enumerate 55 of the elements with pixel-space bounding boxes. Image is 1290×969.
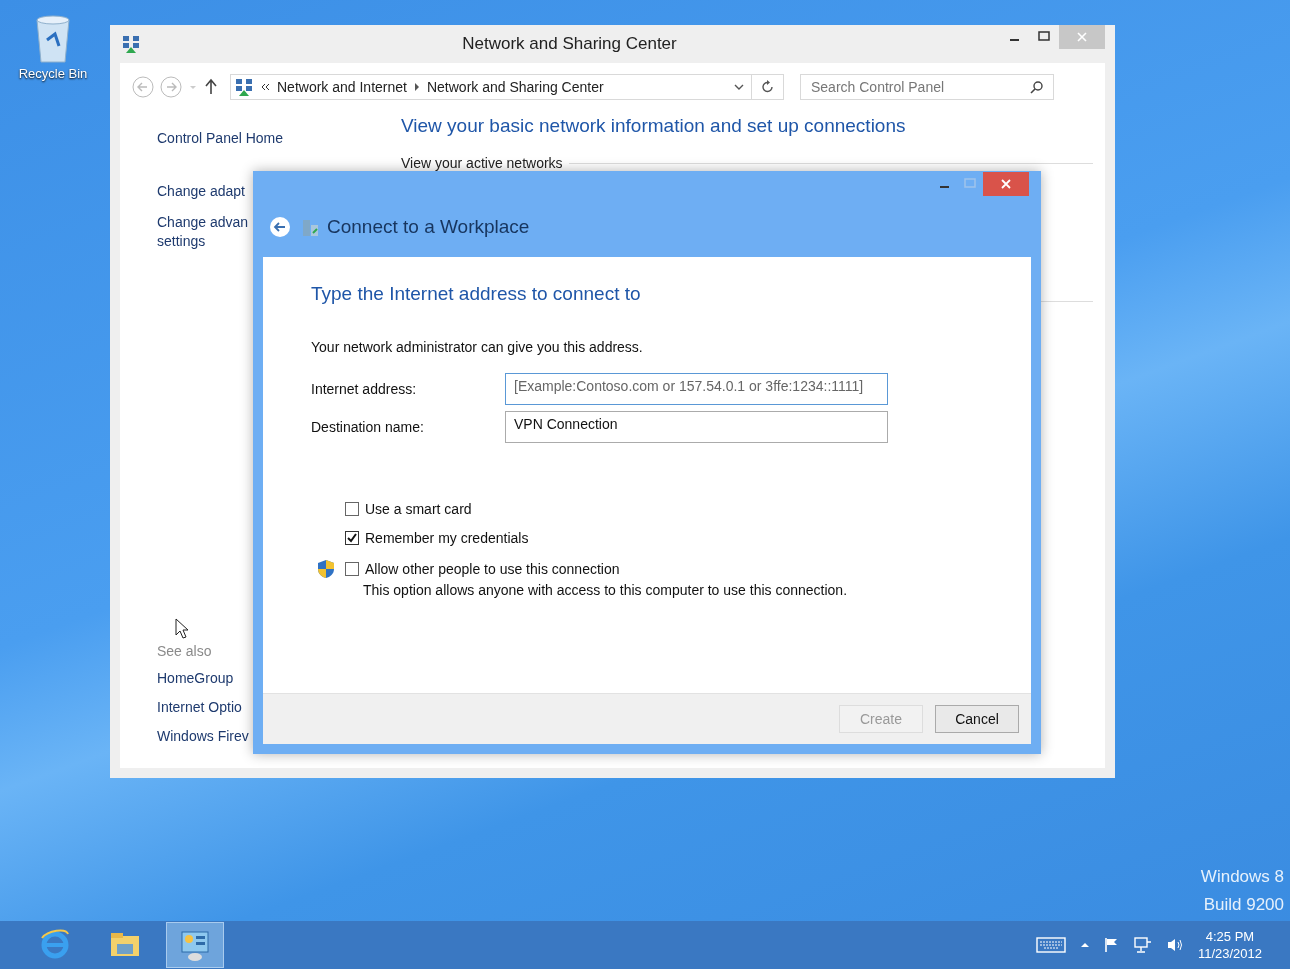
network-icon: [122, 35, 140, 53]
field-label: Destination name:: [311, 419, 425, 435]
build-info-text: Windows 8: [1200, 866, 1284, 888]
address-bar[interactable]: Network and Internet Network and Sharing Center: [230, 74, 752, 100]
close-icon: [1001, 179, 1011, 189]
search-icon: [1030, 80, 1044, 94]
speaker-icon[interactable]: [1165, 937, 1184, 953]
keyboard-icon[interactable]: [1035, 936, 1066, 954]
input-field[interactable]: [Example:Contoso.com or 157.54.0.1 or 3ffe:1234::1111]: [505, 373, 888, 405]
dialog-title: Connect to a Workplace: [327, 216, 530, 238]
network-icon: [235, 78, 253, 96]
close-button[interactable]: [983, 172, 1029, 196]
control-panel-icon: [178, 928, 212, 962]
sidebar-link[interactable]: Change adapt: [157, 182, 245, 201]
checkbox-label[interactable]: Allow other people to use this connection: [365, 561, 620, 577]
sidebar-link[interactable]: HomeGroup: [157, 669, 234, 688]
option-description: This option allows anyone with access to this computer to use this connection.: [363, 582, 849, 598]
search-field[interactable]: Search Control Panel: [800, 74, 1054, 100]
breadcrumb-item[interactable]: Network and Internet: [277, 79, 407, 95]
checkbox-label[interactable]: Use a smart card: [365, 501, 472, 517]
flag-icon[interactable]: [1103, 937, 1120, 953]
intro-text: Your network administrator can give you this address.: [311, 339, 644, 355]
sidebar-link[interactable]: Internet Optio: [157, 698, 242, 717]
clock[interactable]: 4:25 PM 11/23/2012: [1197, 928, 1262, 962]
shield-icon: [317, 559, 335, 579]
sidebar-link[interactable]: Control Panel Home: [157, 129, 284, 148]
caret-up-icon[interactable]: [1079, 940, 1090, 950]
back-icon[interactable]: [269, 216, 291, 238]
check-icon: [347, 533, 357, 543]
build-info-text: Build 9200: [1202, 894, 1284, 916]
chevrons-icon[interactable]: [259, 81, 271, 93]
sidebar-link[interactable]: Change advan settings: [157, 213, 249, 251]
input-field[interactable]: VPN Connection: [505, 411, 888, 443]
refresh-icon: [760, 80, 775, 94]
page-heading: View your basic network information and set up connections: [401, 115, 907, 137]
refresh-button[interactable]: [752, 74, 784, 100]
taskbar-button[interactable]: [166, 922, 224, 968]
checkbox-label[interactable]: Remember my credentials: [365, 530, 529, 546]
mouse-pointer-icon: [175, 618, 189, 640]
breadcrumb-arrow-icon[interactable]: [412, 82, 421, 92]
section-label: See also: [157, 643, 213, 659]
checkbox[interactable]: [345, 502, 359, 516]
dropdown-icon[interactable]: [733, 82, 745, 92]
network-icon[interactable]: [1133, 937, 1152, 953]
window-title: Network and Sharing Center: [461, 34, 678, 54]
checkbox[interactable]: [345, 531, 359, 545]
close-icon: [1077, 32, 1087, 42]
buildings-icon: [301, 217, 321, 237]
sidebar-link[interactable]: Windows Firev: [157, 727, 249, 746]
checkbox[interactable]: [345, 562, 359, 576]
dialog-button[interactable]: Cancel: [935, 705, 1019, 733]
breadcrumb-item[interactable]: Network and Sharing Center: [426, 79, 604, 95]
field-label: Internet address:: [311, 381, 418, 397]
dialog-heading: Type the Internet address to connect to: [311, 283, 642, 305]
section-title: View your active networks: [401, 155, 563, 171]
